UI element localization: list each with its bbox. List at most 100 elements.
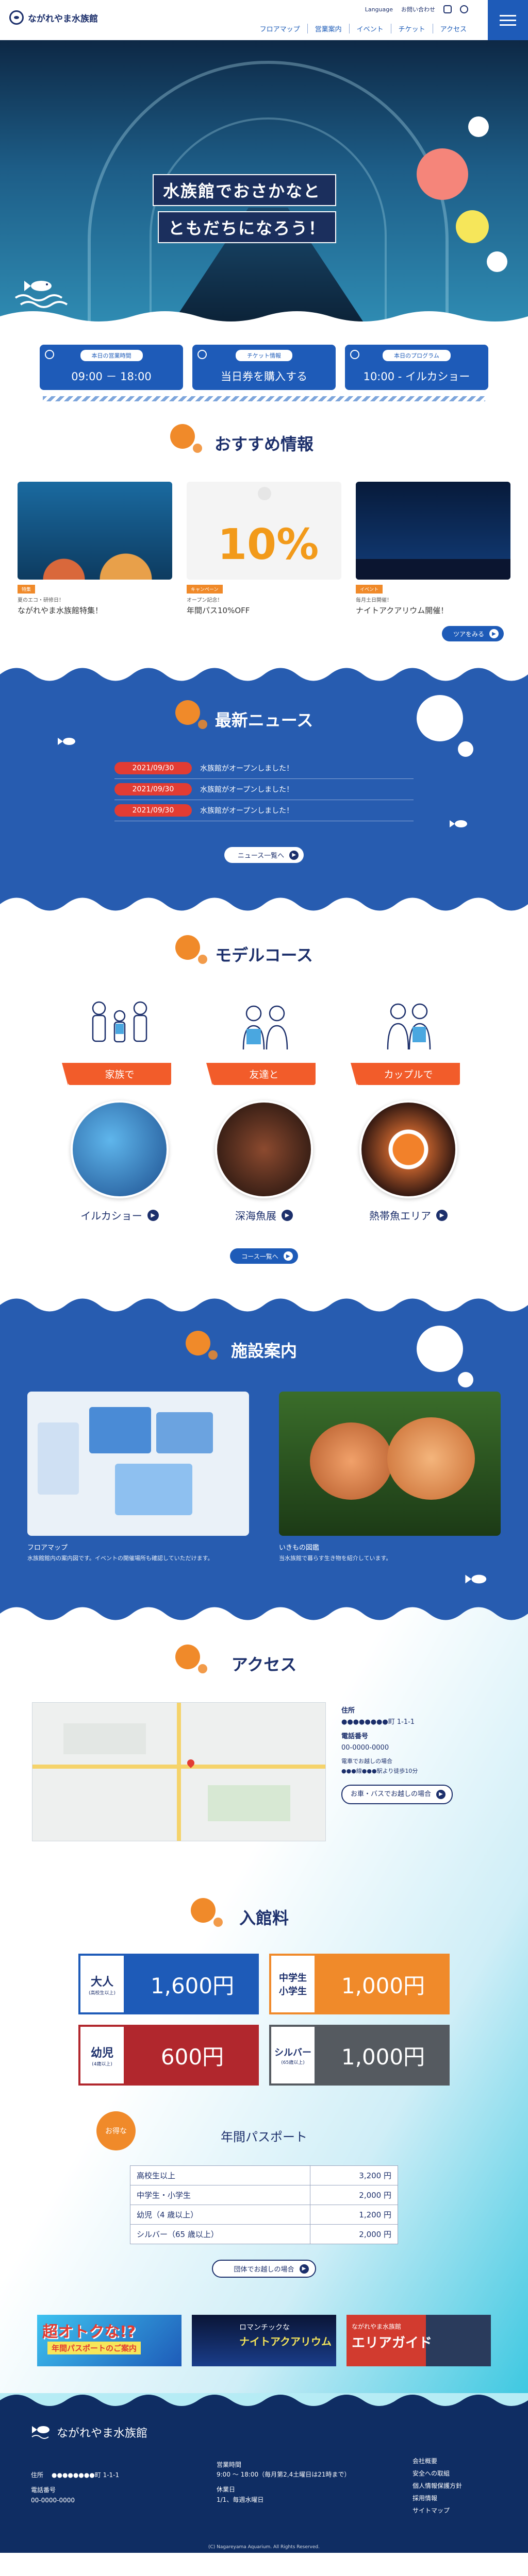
info-label: チケット情報 xyxy=(236,350,292,361)
course-name-link[interactable]: 熱帯魚エリア ▶ xyxy=(357,1208,460,1223)
course-more-button[interactable]: コース一覧へ ▶ xyxy=(230,1248,298,1264)
ticket-senior: シルバー (65歳以上) 1,000円 xyxy=(269,2025,450,2086)
footer-link-sitemap[interactable]: サイトマップ xyxy=(412,2504,462,2517)
course-card-friends[interactable]: 友達と 深海魚展 ▶ xyxy=(206,993,316,1223)
table-row: 幼児（4 歳以上） 1,200 円 xyxy=(130,2205,398,2225)
news-decor-circle xyxy=(458,741,473,757)
info-value: 当日券を購入する xyxy=(221,370,307,383)
car-bus-access-button[interactable]: お車・バスでお越しの場合 ▶ xyxy=(341,1784,453,1804)
utility-links: Language お問い合わせ xyxy=(365,5,468,13)
pass-price: 2,000 円 xyxy=(310,2185,398,2205)
course-name: 熱帯魚エリア xyxy=(369,1210,431,1222)
footer-link-safety[interactable]: 安全への取組 xyxy=(412,2467,462,2480)
info-label: 本日の営業時間 xyxy=(80,350,143,361)
footer-link-company[interactable]: 会社概要 xyxy=(412,2455,462,2467)
news-item[interactable]: 2021/09/30 水族館がオープンしました！ xyxy=(114,779,414,800)
contact-link[interactable]: お問い合わせ xyxy=(401,5,435,13)
course-who: 友達と xyxy=(206,1063,316,1086)
course-name: イルカショー xyxy=(80,1210,142,1222)
course-card-family[interactable]: 家族で イルカショー ▶ xyxy=(62,993,171,1223)
footer-closed-label: 休業日 xyxy=(217,2486,236,2494)
site-logo[interactable]: ながれやま水族館 xyxy=(9,10,98,25)
arrow-right-icon: ▶ xyxy=(489,629,499,638)
fish-icon xyxy=(58,738,75,745)
hamburger-menu-button[interactable] xyxy=(488,0,528,40)
fish-icon xyxy=(465,1574,487,1584)
ticket-child: 幼児 (4歳以上) 600円 xyxy=(78,2025,259,2086)
deep-sea-fish-image xyxy=(215,1100,313,1198)
news-text: 水族館がオープンしました！ xyxy=(200,807,294,815)
banner-main: 超オトクな!? xyxy=(42,2323,136,2341)
hamburger-icon-bar xyxy=(500,19,516,21)
course-card-couple[interactable]: カップルで 熱帯魚エリア ▶ xyxy=(351,993,460,1223)
access-map[interactable] xyxy=(32,1702,326,1841)
recommend-card[interactable]: 10% キャンペーン オープン記念！ 年間パス10%OFF xyxy=(187,482,341,616)
fees-title: 入館料 xyxy=(239,1908,289,1928)
news-more-button[interactable]: ニュース一覧へ ▶ xyxy=(224,847,304,863)
recommend-text: ナイトアクアリウム開催！ xyxy=(356,606,449,615)
news-text: 水族館がオープンしました！ xyxy=(200,786,294,794)
pass-price: 3,200 円 xyxy=(310,2165,398,2185)
info-card-hours[interactable]: 本日の営業時間 09:00 － 18:00 xyxy=(40,345,183,390)
info-label: 本日のプログラム xyxy=(383,350,451,361)
news-item[interactable]: 2021/09/30 水族館がオープンしました！ xyxy=(114,800,414,821)
footer-link-recruit[interactable]: 採用情報 xyxy=(412,2492,462,2504)
news-item[interactable]: 2021/09/30 水族館がオープンしました！ xyxy=(114,758,414,779)
nav-ticket[interactable]: チケット xyxy=(390,24,433,33)
facility-card-floor-map[interactable]: フロアマップ 水族館館内の案内図です。イベントの開催場所も確認していただけます。 xyxy=(27,1392,249,1562)
course-name-link[interactable]: 深海魚展 ▶ xyxy=(212,1208,316,1223)
footer-address-value: ●●●●●●●●町 1-1-1 xyxy=(52,2471,120,2479)
friends-illustration xyxy=(242,1005,288,1050)
access-title: アクセス xyxy=(231,1655,297,1674)
course-name-link[interactable]: イルカショー ▶ xyxy=(68,1208,171,1223)
nav-event[interactable]: イベント xyxy=(349,24,391,33)
info-card-program[interactable]: 本日のプログラム 10:00 - イルカショー xyxy=(345,345,488,390)
ticket-who: 幼児 xyxy=(90,2046,113,2060)
nav-access[interactable]: アクセス xyxy=(432,24,474,33)
recommend-more-button[interactable]: ツアをみる ▶ xyxy=(441,626,504,641)
family-illustration xyxy=(92,1001,147,1043)
facility-card-desc: 当水族館で暮らす生き物を紹介しています。 xyxy=(279,1555,392,1562)
footer-address: 住所 ●●●●●●●●町 1-1-1 電話番号 00-0000-0000 xyxy=(31,2470,119,2505)
ticket-student: 中学生 小学生 1,000円 xyxy=(269,1954,450,2014)
nav-business-info[interactable]: 営業案内 xyxy=(307,24,349,33)
address-value: ●●●●●●●●町 1-1-1 xyxy=(341,1718,415,1726)
dolphin-show-image xyxy=(71,1100,169,1198)
course-heading: モデルコース xyxy=(0,935,528,972)
course-list: 家族で イルカショー ▶ 友達と 深海魚展 ▶ カップルで 熱帯魚エリア ▶ xyxy=(0,993,528,1223)
footer-logo[interactable]: ながれやま水族館 xyxy=(31,2424,147,2441)
course-more-wrap: コース一覧へ ▶ xyxy=(0,1248,528,1264)
instagram-icon[interactable] xyxy=(443,5,452,13)
nav-floor-map[interactable]: フロアマップ xyxy=(253,24,307,33)
news-section: 最新ニュース 2021/09/30 水族館がオープンしました！ 2021/09/… xyxy=(0,664,528,894)
course-wave-top xyxy=(0,894,528,920)
group-visit-button[interactable]: 団体でお越しの場合 ▶ xyxy=(212,2260,316,2278)
pass-title: 年間パスポート xyxy=(221,2130,307,2144)
arrow-right-icon: ▶ xyxy=(436,1789,446,1799)
banner-main: ながれやま水族館 xyxy=(352,2323,402,2330)
fish-icon xyxy=(31,2426,50,2439)
banner-night-aquarium[interactable]: ロマンチックな ナイトアクアリウム xyxy=(192,2315,336,2366)
banner-main: ロマンチックな xyxy=(239,2324,290,2332)
arrow-right-icon: ▶ xyxy=(289,850,299,860)
access-wave-top xyxy=(0,1603,528,1620)
recommend-card[interactable]: 特集 夏のエコ・研修日！ ながれやま水族館特集！ xyxy=(18,482,172,616)
footer-link-privacy[interactable]: 個人情報保護方針 xyxy=(412,2480,462,2492)
discus-fish-image xyxy=(279,1392,501,1536)
language-link[interactable]: Language xyxy=(365,6,393,13)
logo-icon xyxy=(9,10,24,25)
facility-card-creatures[interactable]: いきもの図鑑 当水族館で暮らす生き物を紹介しています。 xyxy=(279,1392,501,1562)
footer-tel-value: 00-0000-0000 xyxy=(31,2496,75,2504)
tel-value: 00-0000-0000 xyxy=(341,1744,389,1752)
news-date: 2021/09/30 xyxy=(114,783,192,795)
info-card-ticket[interactable]: チケット情報 当日券を購入する xyxy=(192,345,336,390)
twitter-icon[interactable] xyxy=(460,5,468,13)
access-content: 住所 ●●●●●●●●町 1-1-1 電話番号 00-0000-0000 電車で… xyxy=(32,1702,496,1841)
footer-links: 会社概要 安全への取組 個人情報保護方針 採用情報 サイトマップ xyxy=(412,2455,462,2517)
recommend-card[interactable]: イベント 毎月土日開催！ ナイトアクアリウム開催！ xyxy=(356,482,510,616)
banner-annual-pass[interactable]: 超オトクな!? 年間パスポートのご案内 xyxy=(37,2315,182,2366)
banner-area-guide[interactable]: ながれやま水族館 エリアガイド xyxy=(346,2315,491,2366)
fish-icon xyxy=(450,820,467,827)
arrow-right-icon: ▶ xyxy=(436,1209,448,1221)
ticket-icon xyxy=(197,350,207,359)
